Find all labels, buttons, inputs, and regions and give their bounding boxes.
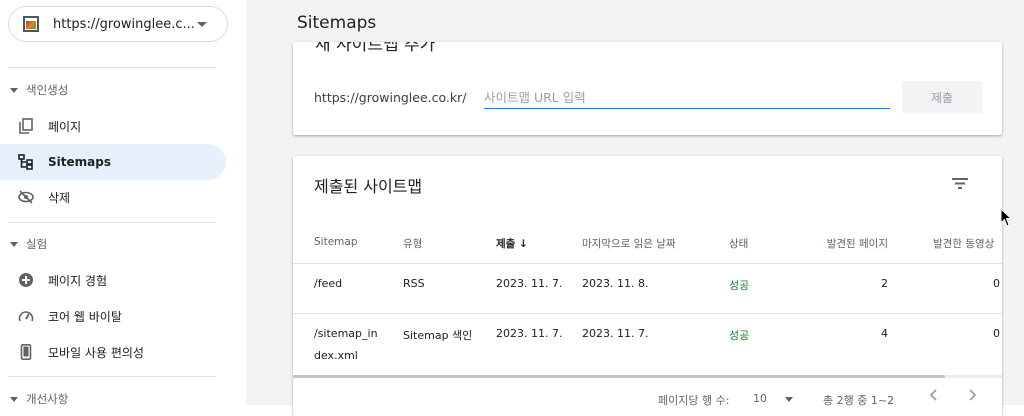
- section-label: 실험: [26, 237, 48, 251]
- property-selector[interactable]: https://growinglee.c...: [8, 6, 228, 42]
- cell-submitted: 2023. 11. 7.: [496, 277, 563, 290]
- column-header-status[interactable]: 상태: [729, 236, 748, 251]
- pagination-range: 총 2행 중 1~2: [823, 394, 895, 407]
- section-indexing[interactable]: 색인생성: [10, 80, 68, 100]
- table-header: Sitemap 유형 제출 ↓ 마지막으로 읽은 날짜 상태 발견된 페이지 발…: [293, 222, 1002, 264]
- sidebar-item-label: 코어 웹 바이탈: [48, 309, 122, 324]
- mouse-cursor-icon: [1000, 207, 1013, 232]
- cell-videos: 0: [993, 277, 1000, 290]
- cell-sitemap[interactable]: /feed: [314, 277, 342, 290]
- cell-type: RSS: [403, 277, 425, 290]
- rows-per-page-label: 페이지당 행 수:: [658, 394, 730, 407]
- cell-pages: 4: [881, 327, 888, 340]
- sitemap-url-input[interactable]: [484, 87, 890, 109]
- cell-sitemap-wrap[interactable]: dex.xml: [314, 349, 358, 362]
- sidebar-item-mobile-usability[interactable]: 모바일 사용 편의성: [0, 334, 226, 370]
- rows-per-page-select[interactable]: 10: [753, 392, 793, 405]
- prev-page-icon[interactable]: [929, 388, 939, 405]
- cell-submitted: 2023. 11. 7.: [496, 327, 563, 340]
- cell-sitemap[interactable]: /sitemap_in: [314, 327, 378, 340]
- card-title: 제출된 사이트맵: [314, 177, 423, 196]
- table-row[interactable]: /feed RSS 2023. 11. 7. 2023. 11. 8. 성공 2…: [293, 263, 1002, 314]
- property-url: https://growinglee.c...: [53, 16, 195, 32]
- sidebar-item-label: 페이지 경험: [48, 273, 108, 288]
- sidebar-item-label: 삭제: [48, 190, 71, 205]
- add-sitemap-card: 새 사이트맵 추가 https://growinglee.co.kr/ 제출: [293, 42, 1002, 135]
- submitted-sitemaps-card: 제출된 사이트맵 Sitemap 유형 제출 ↓ 마지막으로 읽은 날짜 상태 …: [293, 156, 1002, 416]
- cell-videos: 0: [993, 327, 1000, 340]
- url-prefix: https://growinglee.co.kr/: [314, 90, 467, 105]
- filter-icon[interactable]: [950, 175, 970, 191]
- sidebar-item-core-web-vitals[interactable]: 코어 웹 바이탈: [0, 298, 226, 334]
- collapse-arrow-icon: [10, 241, 18, 247]
- page-title: Sitemaps: [297, 13, 377, 33]
- chevron-down-icon: [197, 22, 207, 27]
- column-header-pages[interactable]: 발견된 페이지: [821, 236, 888, 251]
- cell-last-read: 2023. 11. 7.: [582, 327, 649, 340]
- speedometer-icon: [18, 308, 34, 324]
- section-label: 색인생성: [26, 83, 69, 97]
- status-badge: 성공: [729, 329, 750, 342]
- add-sitemap-heading: 새 사이트맵 추가: [315, 42, 436, 55]
- next-page-icon[interactable]: [967, 388, 977, 405]
- column-header-submitted[interactable]: 제출 ↓: [496, 236, 528, 251]
- mobile-icon: [18, 344, 34, 360]
- cell-last-read: 2023. 11. 8.: [582, 277, 649, 290]
- sidebar-divider: [8, 222, 216, 223]
- collapse-arrow-icon: [10, 396, 18, 402]
- collapse-arrow-icon: [10, 87, 18, 93]
- table-row[interactable]: /sitemap_in dex.xml Sitemap 색인 2023. 11.…: [293, 313, 1002, 375]
- sidebar: https://growinglee.c... 색인생성 페이지 Sitemap…: [0, 0, 246, 406]
- sidebar-item-label: 페이지: [48, 119, 82, 134]
- column-label: 제출: [496, 238, 516, 250]
- rows-per-page-value: 10: [753, 392, 767, 405]
- sidebar-item-removals[interactable]: 삭제: [0, 179, 226, 215]
- sidebar-divider: [8, 67, 216, 68]
- sidebar-item-label: 모바일 사용 편의성: [48, 345, 144, 360]
- column-header-last-read[interactable]: 마지막으로 읽은 날짜: [582, 236, 676, 251]
- sidebar-item-label: Sitemaps: [48, 155, 111, 169]
- status-badge: 성공: [729, 279, 750, 292]
- column-header-sitemap[interactable]: Sitemap: [314, 236, 358, 248]
- chevron-down-icon: [784, 396, 793, 402]
- page-experience-icon: [18, 272, 34, 288]
- removals-icon: [18, 189, 34, 205]
- site-favicon-icon: [23, 16, 39, 32]
- sidebar-item-page-experience[interactable]: 페이지 경험: [0, 262, 226, 298]
- cell-pages: 2: [881, 277, 888, 290]
- sidebar-divider: [8, 376, 216, 377]
- column-header-type[interactable]: 유형: [403, 236, 422, 251]
- arrow-down-icon: ↓: [518, 238, 528, 250]
- sidebar-item-sitemaps[interactable]: Sitemaps: [0, 144, 226, 180]
- section-enhancements[interactable]: 개선사항: [10, 389, 68, 409]
- scrollbar-thumb[interactable]: [293, 375, 945, 378]
- pages-icon: [18, 118, 34, 134]
- submit-button[interactable]: 제출: [902, 81, 982, 113]
- column-header-videos[interactable]: 발견한 동영상: [933, 236, 994, 251]
- sitemap-icon: [18, 154, 34, 170]
- sidebar-item-pages[interactable]: 페이지: [0, 108, 226, 144]
- cell-type: Sitemap 색인: [403, 329, 473, 342]
- section-experience[interactable]: 실험: [10, 234, 47, 254]
